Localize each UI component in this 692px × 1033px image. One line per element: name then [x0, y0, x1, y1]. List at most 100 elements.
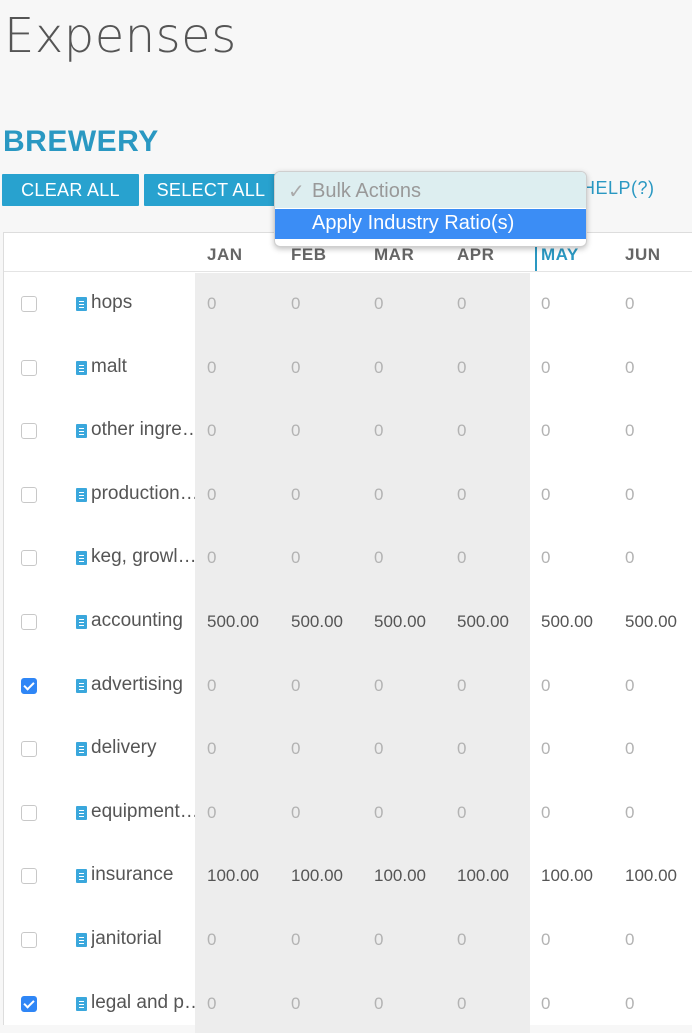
- cell-value[interactable]: 500.00: [291, 612, 343, 632]
- cell-value[interactable]: 0: [291, 676, 300, 696]
- cell-value[interactable]: 0: [374, 930, 383, 950]
- cell-value[interactable]: 0: [541, 485, 550, 505]
- row-label[interactable]: hops: [91, 292, 195, 314]
- document-icon[interactable]: [76, 869, 87, 883]
- cell-value[interactable]: 0: [207, 294, 216, 314]
- cell-value[interactable]: 0: [374, 485, 383, 505]
- document-icon[interactable]: [76, 679, 87, 693]
- cell-value[interactable]: 0: [457, 803, 466, 823]
- row-checkbox[interactable]: [21, 678, 37, 694]
- select-all-button[interactable]: SELECT ALL: [144, 174, 278, 206]
- row-checkbox[interactable]: [21, 487, 37, 503]
- cell-value[interactable]: 100.00: [291, 866, 343, 886]
- cell-value[interactable]: 0: [625, 485, 634, 505]
- cell-value[interactable]: 0: [374, 294, 383, 314]
- cell-value[interactable]: 0: [291, 994, 300, 1014]
- cell-value[interactable]: 0: [207, 676, 216, 696]
- row-label[interactable]: legal and p…: [91, 992, 195, 1014]
- cell-value[interactable]: 0: [541, 739, 550, 759]
- document-icon[interactable]: [76, 424, 87, 438]
- document-icon[interactable]: [76, 488, 87, 502]
- row-checkbox[interactable]: [21, 868, 37, 884]
- cell-value[interactable]: 0: [541, 676, 550, 696]
- cell-value[interactable]: 0: [291, 485, 300, 505]
- cell-value[interactable]: 0: [625, 676, 634, 696]
- cell-value[interactable]: 0: [291, 358, 300, 378]
- cell-value[interactable]: 0: [541, 803, 550, 823]
- bulk-actions-dropdown[interactable]: ✓ Bulk Actions Apply Industry Ratio(s): [274, 171, 587, 247]
- cell-value[interactable]: 0: [541, 421, 550, 441]
- document-icon[interactable]: [76, 361, 87, 375]
- row-label[interactable]: other ingre…: [91, 419, 195, 441]
- cell-value[interactable]: 0: [625, 294, 634, 314]
- cell-value[interactable]: 0: [625, 994, 634, 1014]
- cell-value[interactable]: 0: [207, 803, 216, 823]
- cell-value[interactable]: 0: [625, 739, 634, 759]
- row-label[interactable]: keg, growl…: [91, 546, 195, 568]
- row-label[interactable]: delivery: [91, 737, 195, 759]
- cell-value[interactable]: 0: [457, 676, 466, 696]
- cell-value[interactable]: 0: [207, 485, 216, 505]
- cell-value[interactable]: 0: [541, 294, 550, 314]
- document-icon[interactable]: [76, 297, 87, 311]
- cell-value[interactable]: 0: [625, 421, 634, 441]
- cell-value[interactable]: 0: [207, 930, 216, 950]
- row-label[interactable]: advertising: [91, 674, 195, 696]
- cell-value[interactable]: 0: [541, 994, 550, 1014]
- row-checkbox[interactable]: [21, 805, 37, 821]
- cell-value[interactable]: 100.00: [374, 866, 426, 886]
- cell-value[interactable]: 0: [541, 358, 550, 378]
- cell-value[interactable]: 0: [625, 358, 634, 378]
- cell-value[interactable]: 0: [207, 994, 216, 1014]
- cell-value[interactable]: 500.00: [457, 612, 509, 632]
- document-icon[interactable]: [76, 806, 87, 820]
- row-label[interactable]: janitorial: [91, 928, 195, 950]
- option-apply-industry-ratio[interactable]: Apply Industry Ratio(s): [275, 209, 586, 239]
- cell-value[interactable]: 0: [291, 294, 300, 314]
- row-checkbox[interactable]: [21, 423, 37, 439]
- cell-value[interactable]: 0: [291, 803, 300, 823]
- row-label[interactable]: production…: [91, 483, 195, 505]
- cell-value[interactable]: 0: [457, 994, 466, 1014]
- cell-value[interactable]: 500.00: [207, 612, 259, 632]
- cell-value[interactable]: 0: [457, 358, 466, 378]
- cell-value[interactable]: 0: [374, 358, 383, 378]
- cell-value[interactable]: 0: [374, 994, 383, 1014]
- cell-value[interactable]: 100.00: [457, 866, 509, 886]
- cell-value[interactable]: 0: [625, 548, 634, 568]
- cell-value[interactable]: 0: [374, 739, 383, 759]
- cell-value[interactable]: 0: [207, 421, 216, 441]
- cell-value[interactable]: 0: [457, 739, 466, 759]
- cell-value[interactable]: 0: [374, 421, 383, 441]
- row-checkbox[interactable]: [21, 932, 37, 948]
- row-checkbox[interactable]: [21, 360, 37, 376]
- document-icon[interactable]: [76, 551, 87, 565]
- cell-value[interactable]: 0: [374, 803, 383, 823]
- row-checkbox[interactable]: [21, 741, 37, 757]
- cell-value[interactable]: 0: [457, 930, 466, 950]
- document-icon[interactable]: [76, 997, 87, 1011]
- row-checkbox[interactable]: [21, 296, 37, 312]
- document-icon[interactable]: [76, 933, 87, 947]
- cell-value[interactable]: 0: [291, 421, 300, 441]
- cell-value[interactable]: 0: [541, 930, 550, 950]
- help-link[interactable]: HELP(?): [582, 178, 655, 199]
- cell-value[interactable]: 100.00: [541, 866, 593, 886]
- cell-value[interactable]: 0: [207, 739, 216, 759]
- row-label[interactable]: insurance: [91, 864, 195, 886]
- row-label[interactable]: equipment…: [91, 801, 195, 823]
- cell-value[interactable]: 100.00: [625, 866, 677, 886]
- document-icon[interactable]: [76, 742, 87, 756]
- cell-value[interactable]: 0: [457, 485, 466, 505]
- cell-value[interactable]: 0: [457, 294, 466, 314]
- row-checkbox[interactable]: [21, 550, 37, 566]
- cell-value[interactable]: 0: [291, 739, 300, 759]
- cell-value[interactable]: 0: [207, 358, 216, 378]
- cell-value[interactable]: 100.00: [207, 866, 259, 886]
- cell-value[interactable]: 0: [625, 930, 634, 950]
- row-label[interactable]: malt: [91, 356, 195, 378]
- cell-value[interactable]: 0: [374, 676, 383, 696]
- row-checkbox[interactable]: [21, 996, 37, 1012]
- row-checkbox[interactable]: [21, 614, 37, 630]
- clear-all-button[interactable]: CLEAR ALL: [2, 174, 139, 206]
